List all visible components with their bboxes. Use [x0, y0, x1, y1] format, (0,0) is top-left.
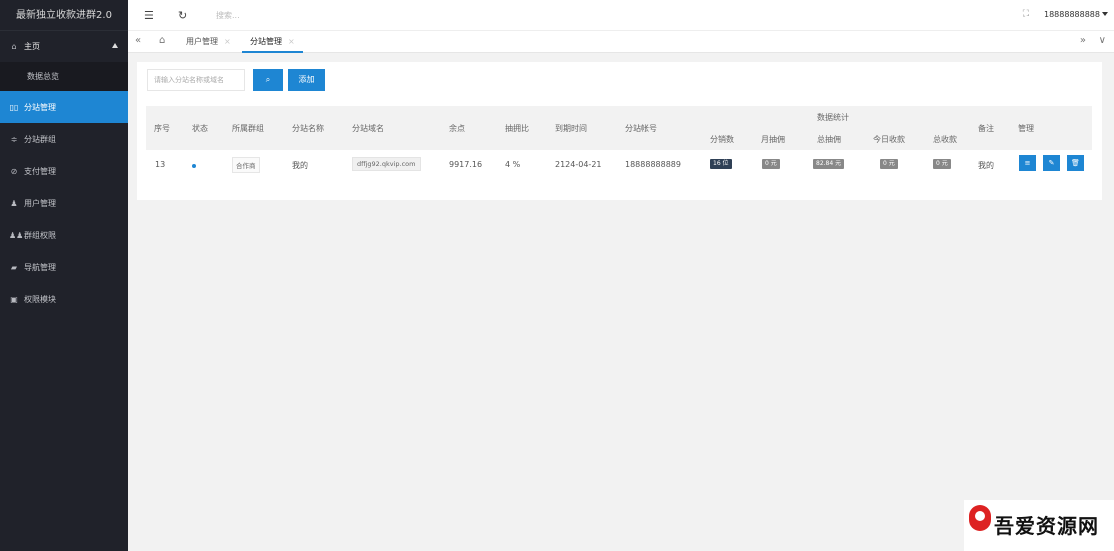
column-header: 分站名称 — [292, 124, 324, 133]
sidebar-item-label: 权限模块 — [24, 294, 56, 304]
column-header: 分站帐号 — [625, 124, 657, 133]
users-icon: ♟♟ — [9, 230, 24, 240]
sidebar-item-permission-modules[interactable]: ▣ 权限模块 — [0, 283, 128, 315]
tab-substation-management[interactable]: 分站管理 × — [242, 31, 303, 53]
cell-expire: 2124-04-21 — [555, 160, 602, 169]
sidebar-item-label: 群组权限 — [24, 230, 56, 240]
tab-bar: « ⌂ 用户管理 × 分站管理 × » ∨ — [128, 31, 1114, 53]
column-header: 备注 — [978, 124, 994, 133]
sidebar-item-label: 支付管理 — [24, 166, 56, 176]
badge-total-income: 0 元 — [933, 159, 951, 169]
user-menu[interactable]: 18888888888 — [1044, 10, 1108, 19]
app-title: 最新独立收款进群2.0 — [0, 0, 128, 31]
sidebar-item-label: 分站群组 — [24, 134, 56, 144]
view-button[interactable]: ≡ — [1019, 155, 1036, 171]
cell-balance: 9917.16 — [449, 160, 483, 169]
cell-account: 18888888889 — [625, 160, 681, 169]
user-icon: ♟ — [10, 198, 18, 208]
watermark-logo-icon — [969, 505, 991, 531]
sidebar-item-label: 导航管理 — [24, 262, 56, 272]
list-icon: ≡ — [1024, 159, 1031, 167]
caret-down-icon — [1102, 12, 1108, 16]
sidebar-item-substation[interactable]: ▯▯ 分站管理 — [0, 91, 128, 123]
trash-icon: 🗑 — [1071, 159, 1080, 167]
column-header: 状态 — [192, 124, 208, 133]
sidebar-item-payment[interactable]: ⊘ 支付管理 — [0, 155, 128, 187]
column-header: 今日收款 — [873, 135, 905, 144]
refresh-icon[interactable]: ↻ — [178, 9, 187, 22]
column-header: 余点 — [449, 124, 465, 133]
cell-remark: 我的 — [978, 161, 994, 170]
column-header: 到期时间 — [555, 124, 587, 133]
top-header: ☰ ↻ 搜索... ⛶ 18888888888 — [128, 0, 1114, 31]
badge-total-comm: 82.84 元 — [813, 159, 845, 169]
header-search-input[interactable]: 搜索... — [216, 10, 240, 21]
column-header: 所属群组 — [232, 124, 264, 133]
column-header: 总抽佣 — [817, 135, 841, 144]
cell-id: 13 — [155, 160, 166, 169]
menu-collapse-icon[interactable]: ☰ — [144, 9, 154, 22]
cell-domain[interactable]: dffjg92.qkvip.com — [352, 157, 421, 171]
sidebar-item-home[interactable]: ⌂ 主页 — [0, 31, 128, 62]
badge-sub-count: 16 位 — [710, 159, 732, 169]
sliders-icon: ≑ — [10, 134, 18, 144]
grid-icon: ▯▯ — [9, 102, 19, 112]
column-header: 分销数 — [710, 135, 734, 144]
check-circle-icon: ⊘ — [10, 166, 18, 176]
sidebar-item-label: 主页 — [24, 42, 40, 51]
status-dot[interactable] — [192, 164, 196, 168]
sidebar-item-overview[interactable]: 数据总览 — [0, 62, 128, 91]
table-header: 序号 状态 所属群组 分站名称 分站域名 余点 抽拥比 到期时间 分站帐号 数据… — [146, 106, 1092, 150]
watermark: 吾爱资源网 — [964, 500, 1114, 551]
search-icon: ⌕ — [265, 75, 271, 84]
edit-button[interactable]: ✎ — [1043, 155, 1060, 171]
group-header: 数据统计 — [817, 113, 849, 122]
column-header: 序号 — [154, 124, 170, 133]
sidebar-item-label: 数据总览 — [27, 72, 59, 81]
search-button[interactable]: ⌕ — [253, 69, 283, 91]
substation-card: 请输入分站名称或域名 ⌕ 添加 序号 状态 所属群组 分站名称 分站域名 余点 … — [137, 62, 1102, 200]
badge-month-comm: 0 元 — [762, 159, 780, 169]
cell-name: 我的 — [292, 161, 308, 170]
sidebar-item-label: 分站管理 — [24, 102, 56, 112]
chevron-up-icon — [112, 43, 118, 48]
user-name: 18888888888 — [1044, 10, 1100, 19]
sidebar: 最新独立收款进群2.0 ⌂ 主页 数据总览 ▯▯ 分站管理 ≑ 分站群组 ⊘ 支… — [0, 0, 128, 551]
cell-ratio: 4 % — [505, 160, 521, 169]
module-icon: ▣ — [10, 294, 18, 304]
sidebar-item-navigation[interactable]: ▰ 导航管理 — [0, 251, 128, 283]
sidebar-item-label: 用户管理 — [24, 198, 56, 208]
delete-button[interactable]: 🗑 — [1067, 155, 1084, 171]
substation-search-input[interactable]: 请输入分站名称或域名 — [147, 69, 245, 91]
add-button[interactable]: 添加 — [288, 69, 325, 91]
watermark-text: 吾爱资源网 — [994, 514, 1099, 538]
column-header: 管理 — [1018, 124, 1034, 133]
tab-user-management[interactable]: 用户管理 × — [178, 31, 239, 53]
tab-label: 分站管理 — [250, 37, 282, 46]
fullscreen-icon[interactable]: ⛶ — [1023, 9, 1029, 19]
tabs-scroll-right-icon[interactable]: » — [1080, 35, 1086, 46]
column-header: 分站域名 — [352, 124, 384, 133]
tabs-scroll-left-icon[interactable]: « — [135, 35, 141, 46]
tabs-menu-chevron-icon[interactable]: ∨ — [1099, 35, 1106, 46]
tab-label: 用户管理 — [186, 37, 218, 46]
column-header: 抽拥比 — [505, 124, 529, 133]
column-header: 月抽佣 — [761, 135, 785, 144]
cell-group: 合作商 — [232, 157, 260, 173]
column-header: 总收款 — [933, 135, 957, 144]
pencil-icon: ✎ — [1048, 159, 1055, 167]
sidebar-item-group-permissions[interactable]: ♟♟ 群组权限 — [0, 219, 128, 251]
table-row: 13 合作商 我的 dffjg92.qkvip.com 9917.16 4 % … — [146, 150, 1092, 180]
home-icon: ⌂ — [11, 42, 17, 51]
close-icon[interactable]: × — [224, 37, 231, 46]
sidebar-item-users[interactable]: ♟ 用户管理 — [0, 187, 128, 219]
sidebar-item-substation-groups[interactable]: ≑ 分站群组 — [0, 123, 128, 155]
badge-today-income: 0 元 — [880, 159, 898, 169]
home-tab-icon[interactable]: ⌂ — [159, 35, 165, 46]
nav-icon: ▰ — [10, 262, 18, 272]
close-icon[interactable]: × — [288, 37, 295, 46]
